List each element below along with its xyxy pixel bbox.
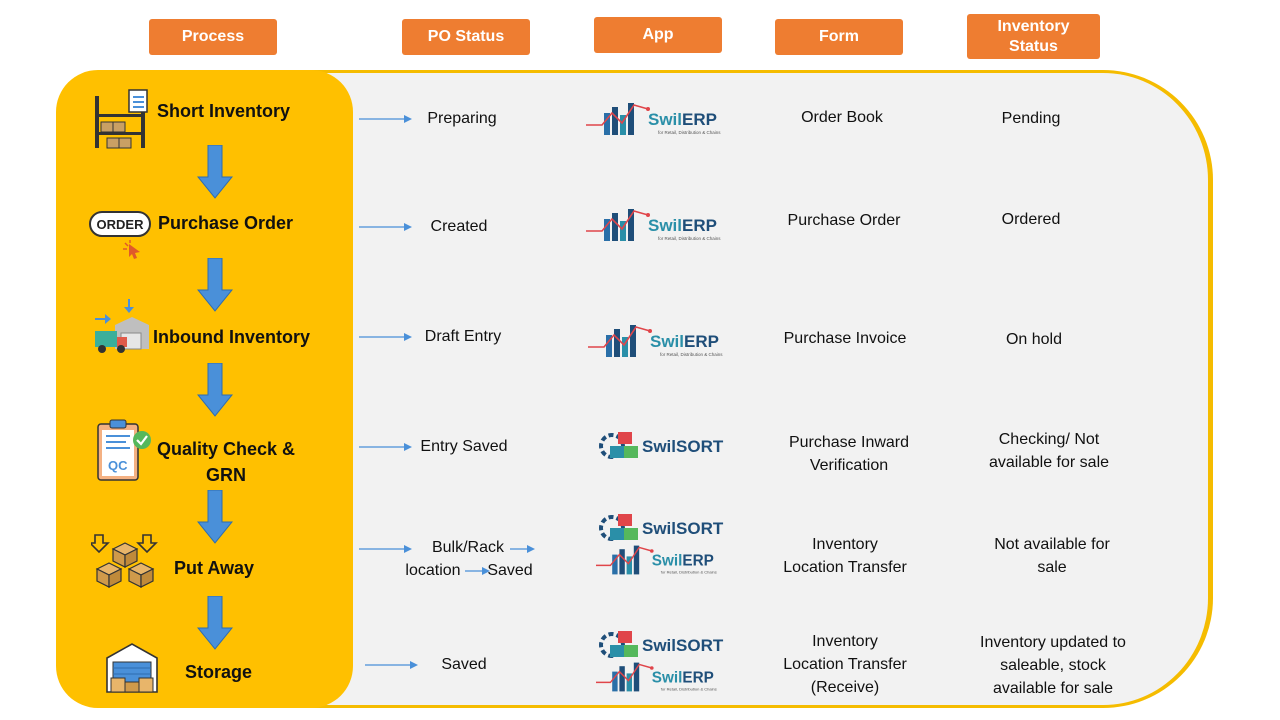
header-inventory-status: Inventory Status bbox=[967, 14, 1100, 59]
process-step-5: Put Away bbox=[174, 558, 255, 578]
inventory-status-5: Not available for sale bbox=[994, 536, 1110, 576]
process-step-4: Quality Check & GRN bbox=[156, 439, 296, 485]
order-icon: ORDER bbox=[89, 211, 151, 237]
swilsort-logo: SwilSORT bbox=[599, 432, 724, 459]
cursor-icon bbox=[123, 240, 140, 259]
inventory-status-1: Pending bbox=[1001, 110, 1061, 127]
po-status-5a: Bulk/Rack bbox=[431, 539, 505, 556]
svg-text:SwilERP: SwilERP bbox=[652, 669, 714, 686]
boxes-icon bbox=[91, 534, 158, 588]
process-step-6: Storage bbox=[185, 662, 253, 682]
down-arrow-icon bbox=[197, 363, 233, 417]
right-arrow-icon bbox=[365, 661, 418, 669]
inventory-status-2: Ordered bbox=[1001, 211, 1061, 228]
header-po-status: PO Status bbox=[402, 19, 530, 55]
swilerp-logo: SwilERP for Retail, Distribution & Chain… bbox=[596, 662, 717, 692]
po-status-4: Entry Saved bbox=[420, 438, 508, 455]
swilerp-logo: SwilERP for Retail, Distribution & Chain… bbox=[596, 545, 717, 575]
swilsort-logo: SwilSORT bbox=[599, 631, 724, 658]
inventory-status-3: On hold bbox=[1005, 331, 1063, 348]
inventory-status-6: Inventory updated to saleable, stock avail… bbox=[980, 634, 1126, 697]
shelf-icon bbox=[95, 89, 148, 149]
down-arrow-icon bbox=[197, 258, 233, 312]
qc-badge-text: QC bbox=[108, 458, 128, 473]
process-step-3: Inbound Inventory bbox=[153, 327, 310, 347]
svg-text:SwilERP: SwilERP bbox=[648, 216, 717, 235]
truck-warehouse-icon bbox=[95, 299, 149, 353]
po-status-2: Created bbox=[430, 218, 488, 235]
swilerp-logo: SwilERP for Retail, Distribution & Chain… bbox=[588, 325, 723, 357]
svg-text:for Retail, Distribution & Cha: for Retail, Distribution & Chains bbox=[661, 687, 717, 692]
right-arrow-icon bbox=[510, 545, 535, 553]
po-status-3: Draft Entry bbox=[424, 328, 502, 345]
right-arrow-icon bbox=[359, 223, 412, 231]
swilerp-logo: SwilERP for Retail, Distribution & Chain… bbox=[586, 209, 721, 241]
inventory-status-4: Checking/ Not available for sale bbox=[988, 431, 1110, 471]
right-arrow-icon bbox=[359, 443, 412, 451]
po-status-5c: Saved bbox=[487, 562, 533, 579]
form-5: Inventory Location Transfer bbox=[783, 536, 907, 576]
right-arrow-icon bbox=[359, 333, 412, 341]
svg-text:for Retail, Distribution & Cha: for Retail, Distribution & Chains bbox=[658, 130, 721, 135]
right-arrow-icon bbox=[359, 115, 412, 123]
svg-text:SwilSORT: SwilSORT bbox=[642, 636, 724, 655]
right-arrow-icon bbox=[359, 545, 412, 553]
svg-text:for Retail, Distribution & Cha: for Retail, Distribution & Chains bbox=[658, 236, 721, 241]
details-panel bbox=[300, 70, 1213, 708]
down-arrow-icon bbox=[197, 490, 233, 544]
svg-text:SwilSORT: SwilSORT bbox=[642, 519, 724, 538]
svg-text:for Retail, Distribution & Cha: for Retail, Distribution & Chains bbox=[660, 352, 723, 357]
header-app: App bbox=[594, 17, 722, 53]
po-status-6: Saved bbox=[441, 656, 487, 673]
down-arrow-icon bbox=[197, 596, 233, 650]
svg-text:for Retail, Distribution & Cha: for Retail, Distribution & Chains bbox=[661, 570, 717, 575]
swilerp-logo: SwilERP for Retail, Distribution & Chain… bbox=[586, 103, 721, 135]
warehouse-icon bbox=[106, 643, 158, 693]
svg-text:SwilSORT: SwilSORT bbox=[642, 437, 724, 456]
form-6: Inventory Location Transfer (Receive) bbox=[783, 633, 907, 696]
form-4: Purchase Inward Verification bbox=[788, 434, 910, 474]
quality-check-icon: QC bbox=[97, 419, 151, 481]
swilsort-logo: SwilSORT bbox=[599, 514, 724, 541]
po-status-1: Preparing bbox=[427, 110, 497, 127]
form-2: Purchase Order bbox=[787, 212, 901, 229]
svg-text:SwilERP: SwilERP bbox=[652, 552, 714, 569]
header-form: Form bbox=[775, 19, 903, 55]
form-3: Purchase Invoice bbox=[783, 330, 907, 347]
form-1: Order Book bbox=[801, 109, 883, 126]
process-step-1: Short Inventory bbox=[157, 101, 291, 121]
header-process: Process bbox=[149, 19, 277, 55]
down-arrow-icon bbox=[197, 145, 233, 199]
process-step-2: Purchase Order bbox=[158, 213, 294, 233]
svg-text:SwilERP: SwilERP bbox=[648, 110, 717, 129]
svg-text:SwilERP: SwilERP bbox=[650, 332, 719, 351]
po-status-5b: location bbox=[405, 562, 461, 579]
